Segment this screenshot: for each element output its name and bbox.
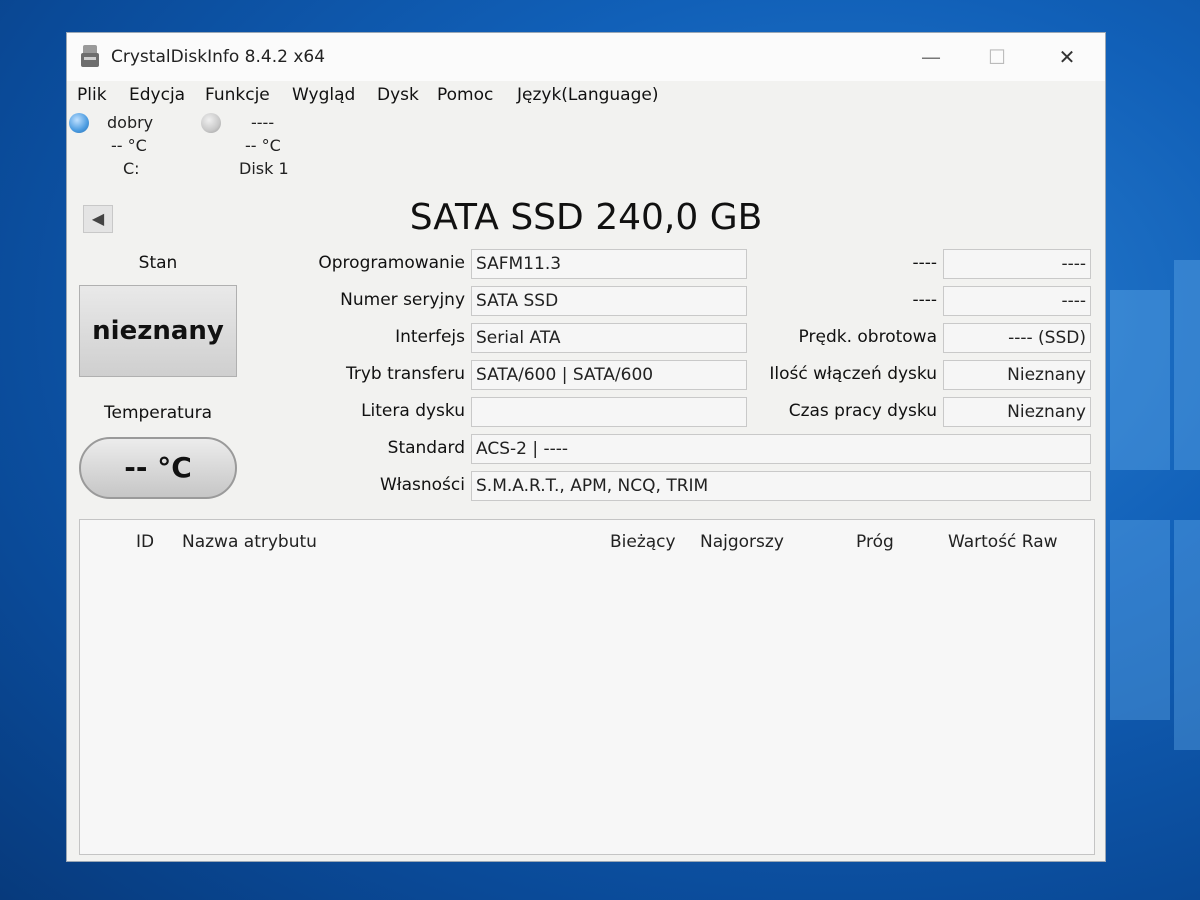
status-value[interactable]: nieznany [79,285,237,377]
desktop-pane [1110,290,1170,470]
disk-temp: -- °C [111,136,147,155]
disk-details: ◀ SATA SSD 240,0 GB Stan nieznany Temper… [67,185,1105,861]
serial-value: SATA SSD [471,286,747,316]
desktop-pane [1174,260,1200,470]
menu-pomoc[interactable]: Pomoc [437,85,493,105]
menu-jezyk[interactable]: Język(Language) [517,85,658,105]
standard-value: ACS-2 | ---- [471,434,1091,464]
disk-health: ---- [251,113,275,132]
title-bar[interactable]: CrystalDiskInfo 8.4.2 x64 — ☐ ✕ [67,33,1105,81]
menu-wyglad[interactable]: Wygląd [292,85,355,105]
features-label: Własności [379,475,465,495]
interface-label: Interfejs [395,327,465,347]
disk-model-title: SATA SSD 240,0 GB [409,197,763,238]
disk-health: dobry [107,113,154,132]
menu-edycja[interactable]: Edycja [129,85,185,105]
drive-letter-value [471,397,747,427]
power-on-hours-label: Czas pracy dysku [788,401,937,421]
temperature-label: Temperatura [103,403,213,423]
firmware-value: SAFM11.3 [471,249,747,279]
column-threshold[interactable]: Próg [856,532,894,552]
disk-drive: C: [123,159,140,178]
window-title: CrystalDiskInfo 8.4.2 x64 [111,47,326,67]
status-label: Stan [138,253,178,273]
serial-label: Numer seryjny [340,290,465,310]
interface-value: Serial ATA [471,323,747,353]
desktop-pane [1110,520,1170,720]
right-label-2: ---- [912,290,937,310]
minimize-button[interactable]: — [901,37,961,77]
right-value-1: ---- [943,249,1091,279]
desktop-pane [1174,520,1200,750]
app-icon [81,45,99,67]
column-attribute-name[interactable]: Nazwa atrybutu [182,532,317,552]
close-button[interactable]: ✕ [1037,37,1097,77]
transfer-mode-value: SATA/600 | SATA/600 [471,360,747,390]
menu-plik[interactable]: Plik [77,85,107,105]
maximize-button[interactable]: ☐ [967,37,1027,77]
disk-tab-c[interactable]: dobry -- °C C: [67,111,197,185]
disk-temp: -- °C [245,136,281,155]
transfer-mode-label: Tryb transferu [345,364,465,384]
health-led-icon [69,113,89,133]
menu-dysk[interactable]: Dysk [377,85,419,105]
app-window: CrystalDiskInfo 8.4.2 x64 — ☐ ✕ Plik Edy… [66,32,1106,862]
menu-funkcje[interactable]: Funkcje [205,85,270,105]
menu-bar: Plik Edycja Funkcje Wygląd Dysk Pomoc Ję… [67,83,1105,111]
right-value-2: ---- [943,286,1091,316]
smart-attributes-table[interactable]: ID Nazwa atrybutu Bieżący Najgorszy Próg… [79,519,1095,855]
power-on-hours-value: Nieznany [943,397,1091,427]
rotation-speed-label: Prędk. obrotowa [798,327,937,347]
firmware-label: Oprogramowanie [318,253,465,273]
column-current[interactable]: Bieżący [610,532,676,552]
power-on-count-label: Ilość włączeń dysku [769,364,937,384]
standard-label: Standard [387,438,465,458]
health-led-icon [201,113,221,133]
disk-drive: Disk 1 [239,159,289,178]
power-on-count-value: Nieznany [943,360,1091,390]
drive-letter-label: Litera dysku [361,401,465,421]
rotation-speed-value: ---- (SSD) [943,323,1091,353]
column-worst[interactable]: Najgorszy [700,532,784,552]
disk-tab-disk1[interactable]: ---- -- °C Disk 1 [199,111,331,187]
features-value: S.M.A.R.T., APM, NCQ, TRIM [471,471,1091,501]
temperature-value[interactable]: -- °C [79,437,237,499]
right-label-1: ---- [912,253,937,273]
column-raw-value[interactable]: Wartość Raw [948,532,1058,552]
column-id[interactable]: ID [136,532,154,552]
